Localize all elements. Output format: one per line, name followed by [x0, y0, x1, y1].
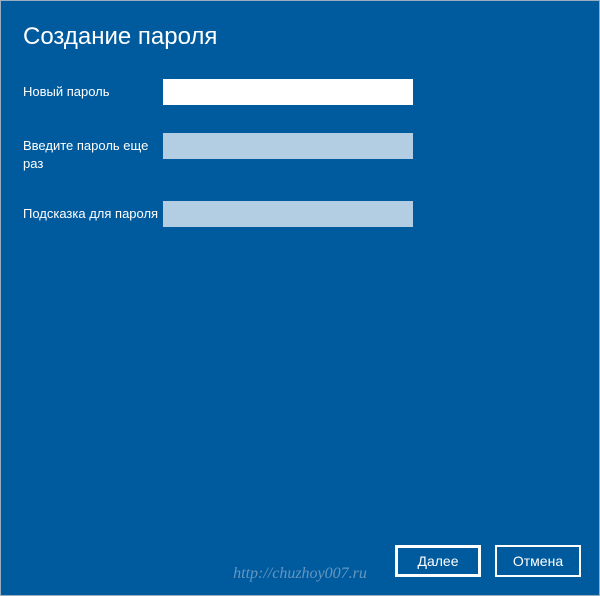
label-password-hint: Подсказка для пароля — [23, 201, 163, 223]
page-title: Создание пароля — [23, 23, 577, 51]
panel-inner: Создание пароля Новый пароль Введите пар… — [1, 1, 599, 227]
password-hint-input[interactable] — [163, 201, 413, 227]
button-bar: Далее Отмена — [395, 545, 581, 577]
row-password-hint: Подсказка для пароля — [23, 201, 577, 227]
cancel-button[interactable]: Отмена — [495, 545, 581, 577]
label-new-password: Новый пароль — [23, 79, 163, 101]
new-password-input[interactable] — [163, 79, 413, 105]
label-confirm-password: Введите пароль еще раз — [23, 133, 163, 173]
watermark-text: http://chuzhoy007.ru — [233, 565, 367, 583]
row-confirm-password: Введите пароль еще раз — [23, 133, 577, 173]
row-new-password: Новый пароль — [23, 79, 577, 105]
confirm-password-input[interactable] — [163, 133, 413, 159]
next-button[interactable]: Далее — [395, 545, 481, 577]
create-password-panel: Создание пароля Новый пароль Введите пар… — [0, 0, 600, 596]
